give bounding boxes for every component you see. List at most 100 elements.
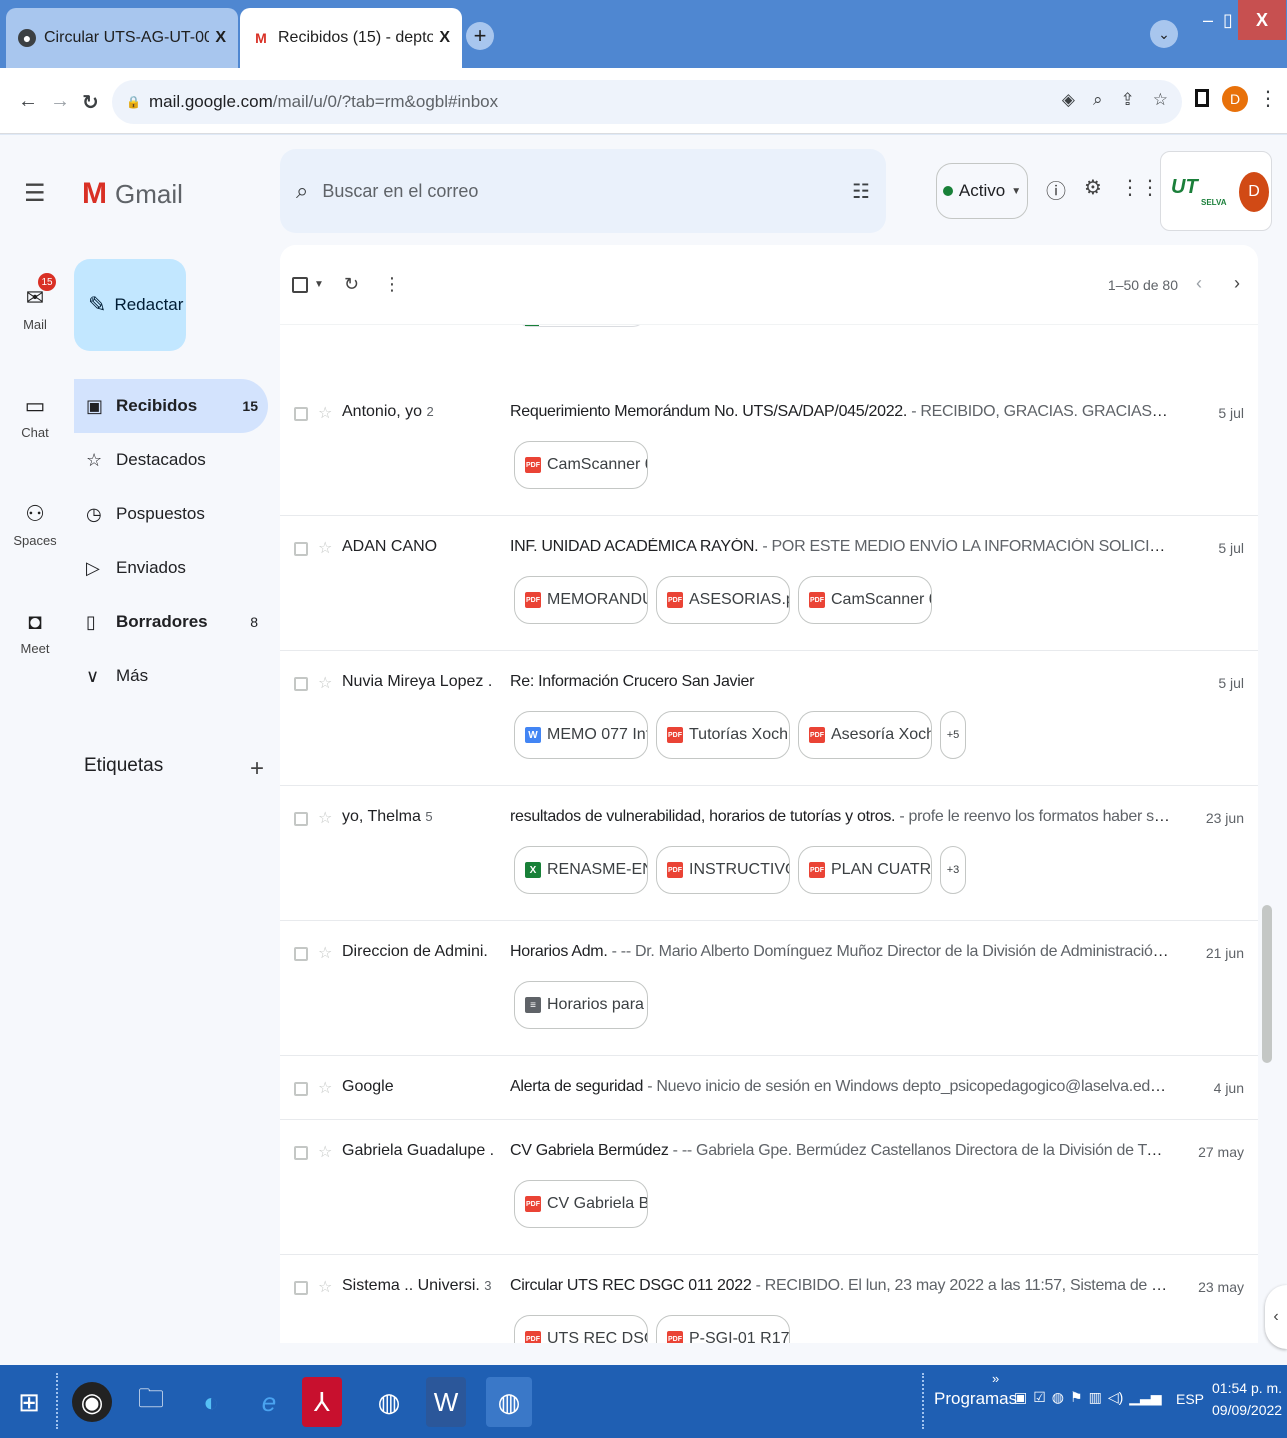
row-checkbox[interactable]: [294, 407, 308, 421]
refresh-icon[interactable]: ↻: [344, 274, 359, 295]
attachment-chip[interactable]: ≡ Horarios para T...: [514, 981, 648, 1029]
nav-item-sent[interactable]: ▷ Enviados: [74, 541, 268, 595]
star-icon[interactable]: ☆: [318, 1142, 332, 1162]
row-checkbox[interactable]: [294, 542, 308, 556]
select-caret-icon[interactable]: ▼: [314, 279, 324, 290]
attachment-chip[interactable]: W MEMO 077 Infor...: [514, 711, 648, 759]
star-icon[interactable]: ☆: [318, 538, 332, 558]
attachment-chip[interactable]: PDF CamScanner 07...: [514, 441, 648, 489]
extension-location-icon[interactable]: ◈: [1062, 90, 1075, 110]
nav-item-drafts[interactable]: ▯ Borradores 8: [74, 595, 268, 649]
more-attachments-chip[interactable]: +3: [940, 846, 966, 894]
back-arrow-icon[interactable]: ←: [18, 90, 38, 113]
row-checkbox[interactable]: [294, 812, 308, 826]
share-icon[interactable]: ⇪: [1121, 90, 1135, 110]
star-icon[interactable]: ☆: [318, 1277, 332, 1297]
account-avatar[interactable]: D: [1239, 172, 1269, 212]
tab-close-button[interactable]: X: [439, 29, 450, 47]
side-panel-icon[interactable]: [1195, 89, 1209, 107]
file-explorer-icon[interactable]: 🗀: [128, 1377, 174, 1427]
attachment-chip[interactable]: PDF PLAN CUATRIM...: [798, 846, 932, 894]
star-icon[interactable]: ☆: [318, 1078, 332, 1098]
email-row[interactable]: ☆ Gabriela Guadalupe . CV Gabriela Bermúd…: [280, 1120, 1258, 1255]
nav-item-inbox[interactable]: ▣ Recibidos 15: [74, 379, 268, 433]
word-icon[interactable]: W: [426, 1377, 466, 1427]
search-input[interactable]: Buscar en el correo: [322, 181, 478, 202]
attachment-chip[interactable]: PDF CV Gabriela Ber...: [514, 1180, 648, 1228]
row-checkbox[interactable]: [294, 1146, 308, 1160]
next-page-icon[interactable]: ›: [1234, 273, 1240, 294]
more-actions-icon[interactable]: ⋮: [383, 274, 401, 295]
row-checkbox[interactable]: [294, 947, 308, 961]
settings-gear-icon[interactable]: ⚙: [1084, 175, 1102, 204]
bookmark-star-icon[interactable]: ☆: [1153, 90, 1168, 110]
acrobat-icon[interactable]: ⅄: [302, 1377, 342, 1427]
search-bar[interactable]: ⌕ Buscar en el correo ☷: [280, 149, 886, 233]
chrome-profile-icon[interactable]: ◍: [486, 1377, 532, 1427]
volume-icon[interactable]: ◁): [1108, 1389, 1123, 1406]
attachment-chip[interactable]: PDF MEMORANDU...: [514, 576, 648, 624]
nav-item-snoozed[interactable]: ◷ Pospuestos: [74, 487, 268, 541]
main-menu-icon[interactable]: ☰: [24, 179, 46, 208]
window-close-button[interactable]: X: [1238, 0, 1286, 40]
attachment-chip[interactable]: PDF P-SGI-01 R17 2...: [656, 1315, 790, 1343]
chrome-icon[interactable]: ◍: [366, 1377, 412, 1427]
attachment-chip[interactable]: PDF Tutorías Xochitl...: [656, 711, 790, 759]
tray-check-icon[interactable]: ☑: [1033, 1389, 1046, 1406]
tray-network-icon[interactable]: ▥: [1089, 1389, 1102, 1406]
compose-button[interactable]: ✎ Redactar: [74, 259, 186, 351]
edge-icon[interactable]: ◐: [188, 1377, 234, 1427]
add-label-icon[interactable]: +: [250, 755, 264, 783]
row-checkbox[interactable]: [294, 677, 308, 691]
taskbar-clock[interactable]: 01:54 p. m. 09/09/2022: [1212, 1377, 1282, 1421]
browser-menu-icon[interactable]: ⋮: [1258, 86, 1278, 111]
row-checkbox[interactable]: [294, 1082, 308, 1096]
tab-gmail[interactable]: M Recibidos (15) - depto_psicoped X: [240, 8, 462, 68]
camera-app-icon[interactable]: ◉: [72, 1382, 112, 1422]
browser-profile-avatar[interactable]: D: [1222, 86, 1248, 112]
internet-explorer-icon[interactable]: e: [246, 1377, 292, 1427]
email-row[interactable]: ☆ Antonio, yo 2 Requerimiento Memorándum N…: [280, 381, 1258, 516]
email-row[interactable]: ☆ Google Alerta de seguridad - Nuevo inic…: [280, 1056, 1258, 1120]
attachment-chip[interactable]: PDF Asesoría Xochitl...: [798, 711, 932, 759]
nav-item-starred[interactable]: ☆ Destacados: [74, 433, 268, 487]
apps-grid-icon[interactable]: ⋮⋮: [1120, 175, 1160, 204]
forward-arrow-icon[interactable]: →: [50, 90, 70, 113]
star-icon[interactable]: ☆: [318, 403, 332, 423]
zoom-icon[interactable]: ⌕: [1093, 90, 1103, 110]
attachment-chip[interactable]: PDF ASESORIAS.pdf: [656, 576, 790, 624]
search-icon[interactable]: ⌕: [296, 178, 308, 204]
tray-app-icon[interactable]: ▣: [1014, 1389, 1027, 1406]
email-row[interactable]: ☆ yo, Thelma 5 resultados de vulnerabilida…: [280, 786, 1258, 921]
nav-item-more[interactable]: ∨ Más: [74, 649, 268, 703]
new-tab-button[interactable]: +: [466, 22, 494, 50]
attachment-chip[interactable]: X RENASME-ENP...: [514, 846, 648, 894]
tab-search-button[interactable]: ⌄: [1150, 20, 1178, 48]
tray-flag-icon[interactable]: ⚑: [1070, 1389, 1083, 1406]
tab-close-button[interactable]: X: [215, 29, 226, 47]
programs-toolbar[interactable]: Programas: [934, 1389, 1017, 1409]
select-all-checkbox[interactable]: [292, 276, 308, 293]
rail-mail[interactable]: ✉ Mail: [0, 285, 70, 332]
rail-chat[interactable]: ▭ Chat: [0, 393, 70, 440]
side-panel-toggle[interactable]: ‹: [1265, 1285, 1287, 1349]
tray-chrome-icon[interactable]: ◍: [1052, 1389, 1064, 1406]
tab-circular[interactable]: ● Circular UTS-AG-UT-002-2022 ab X: [6, 8, 238, 68]
email-row[interactable]: ☆ Nuvia Mireya Lopez . Re: Información Cr…: [280, 651, 1258, 786]
toolbar-chevron[interactable]: »: [992, 1371, 999, 1386]
gmail-logo[interactable]: M Gmail: [82, 177, 183, 211]
email-row[interactable]: ☆ Direccion de Admini. Horarios Adm. - --…: [280, 921, 1258, 1056]
status-button[interactable]: Activo ▼: [936, 163, 1028, 219]
attachment-chip[interactable]: PDF INSTRUCTIVO_...: [656, 846, 790, 894]
star-icon[interactable]: ☆: [318, 943, 332, 963]
row-checkbox[interactable]: [294, 1281, 308, 1295]
previous-page-icon[interactable]: ‹: [1196, 273, 1202, 294]
rail-spaces[interactable]: ⚇ Spaces: [0, 501, 70, 548]
address-bar[interactable]: 🔒 mail.google.com/mail/u/0/?tab=rm&ogbl#…: [112, 80, 1182, 124]
attachment-chip[interactable]: PDF CamScanner 07...: [798, 576, 932, 624]
attachment-chip[interactable]: PDF UTS REC DSGC ...: [514, 1315, 648, 1343]
email-row[interactable]: ☆ ADAN CANO INF. UNIDAD ACADÉMICA RAYÓN. …: [280, 516, 1258, 651]
help-icon[interactable]: ⓘ: [1046, 175, 1066, 204]
search-options-icon[interactable]: ☷: [852, 179, 870, 204]
rail-meet[interactable]: ◘ Meet: [0, 609, 70, 656]
